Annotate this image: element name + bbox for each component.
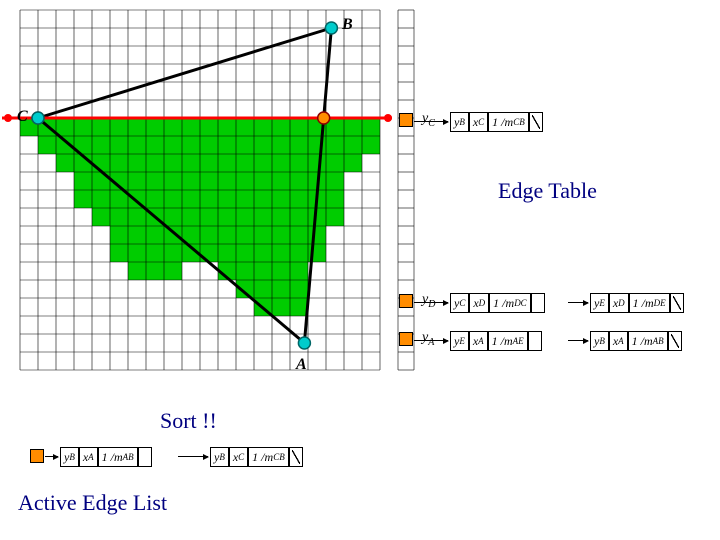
bucket-marker — [399, 294, 413, 308]
edge-record: yExD1 / mDE — [590, 293, 684, 313]
vertex-label-b: B — [342, 16, 353, 34]
edge-table-heading: Edge Table — [498, 178, 597, 204]
edge-record: yBxC1 / mCB — [210, 447, 303, 467]
link-arrow — [414, 121, 448, 122]
link-arrow — [568, 302, 588, 303]
vertex-label-a: A — [296, 356, 307, 374]
ael-head — [30, 449, 44, 463]
edge-record: yBxA1 / mAB — [590, 331, 682, 351]
y-label: yD — [422, 292, 435, 310]
link-arrow — [414, 340, 448, 341]
link-arrow — [45, 456, 58, 457]
bucket-marker — [399, 113, 413, 127]
link-arrow — [568, 340, 588, 341]
sort-heading: Sort !! — [160, 408, 217, 434]
y-label: yC — [422, 111, 435, 129]
edge-record: yBxA1 / mAB — [60, 447, 152, 467]
ael-heading: Active Edge List — [18, 490, 167, 516]
vertex-label-c: C — [17, 108, 28, 126]
link-arrow — [178, 456, 208, 457]
y-label: yA — [422, 330, 434, 348]
bucket-marker — [399, 332, 413, 346]
edge-record: yCxD1 / mDC — [450, 293, 545, 313]
edge-record: yBxC1 / mCB — [450, 112, 543, 132]
edge-record: yExA1 / mAE — [450, 331, 542, 351]
link-arrow — [414, 302, 448, 303]
